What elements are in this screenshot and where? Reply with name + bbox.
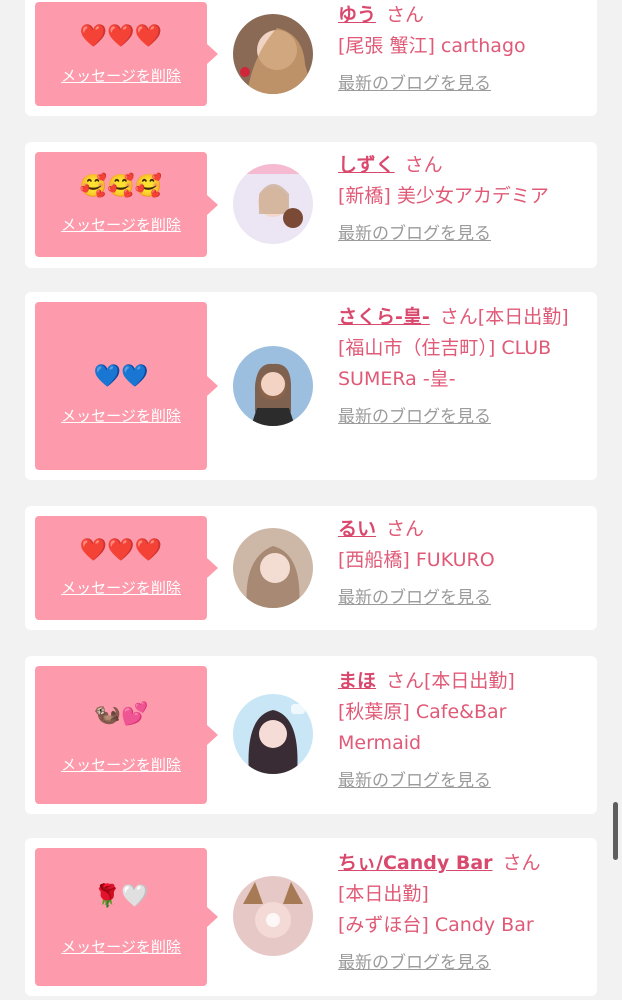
message-card: ❤️❤️❤️ メッセージを削除 ゆう さん [尾張 蟹江] carthago 最新… [25, 0, 597, 116]
message-card: 🌹🤍 メッセージを削除 ちぃ/Candy Bar さん [本日出勤] [みずほ台]… [25, 838, 597, 996]
message-emoji: 💙💙 [93, 364, 149, 389]
avatar[interactable] [233, 346, 313, 426]
cast-info: まほ さん[本日出勤] [秋葉原] Cafe&Bar Mermaid 最新のブログ… [338, 666, 590, 797]
message-emoji: ❤️❤️❤️ [79, 24, 163, 49]
cast-name-link[interactable]: ゆう [338, 4, 376, 26]
honorific: さん[本日出勤] [439, 306, 569, 328]
shop-name: [みずほ台] Candy Bar [338, 914, 534, 936]
cast-info: るい さん [西船橋] FUKURO 最新のブログを見る [338, 514, 590, 614]
latest-blog-link[interactable]: 最新のブログを見る [338, 407, 491, 427]
cast-name-link[interactable]: しずく [338, 154, 395, 176]
delete-message-link[interactable]: メッセージを削除 [35, 216, 207, 234]
message-bubble: 🥰🥰🥰 メッセージを削除 [35, 152, 218, 257]
scrollbar[interactable] [613, 802, 618, 860]
avatar[interactable] [233, 528, 313, 608]
message-feed: ❤️❤️❤️ メッセージを削除 ゆう さん [尾張 蟹江] carthago 最新… [0, 0, 622, 1000]
latest-blog-link[interactable]: 最新のブログを見る [338, 588, 491, 608]
latest-blog-link[interactable]: 最新のブログを見る [338, 74, 491, 94]
message-card: 💙💙 メッセージを削除 さくら-皇- さん[本日出勤] [福山市（住吉町）] CL… [25, 292, 597, 480]
cast-info: さくら-皇- さん[本日出勤] [福山市（住吉町）] CLUB SUMERa -皇… [338, 302, 590, 433]
shop-name: [秋葉原] Cafe&Bar Mermaid [338, 701, 507, 754]
message-bubble: ❤️❤️❤️ メッセージを削除 [35, 2, 218, 106]
message-bubble: 🌹🤍 メッセージを削除 [35, 848, 218, 986]
honorific: さん [386, 4, 425, 26]
cast-info: しずく さん [新橋] 美少女アカデミア 最新のブログを見る [338, 150, 590, 250]
cast-name-link[interactable]: さくら-皇- [338, 306, 430, 328]
latest-blog-link[interactable]: 最新のブログを見る [338, 771, 491, 791]
message-emoji: ❤️❤️❤️ [79, 538, 163, 563]
shop-name: [新橋] 美少女アカデミア [338, 185, 549, 207]
cast-name-link[interactable]: まほ [338, 670, 376, 692]
delete-message-link[interactable]: メッセージを削除 [35, 756, 207, 774]
honorific: さん [502, 852, 541, 874]
honorific: さん [386, 518, 425, 540]
shop-name: [尾張 蟹江] carthago [338, 35, 526, 57]
avatar[interactable] [233, 14, 313, 94]
message-emoji: 🥰🥰🥰 [79, 174, 163, 199]
latest-blog-link[interactable]: 最新のブログを見る [338, 953, 491, 973]
delete-message-link[interactable]: メッセージを削除 [35, 579, 207, 597]
cast-info: ゆう さん [尾張 蟹江] carthago 最新のブログを見る [338, 0, 590, 100]
delete-message-link[interactable]: メッセージを削除 [35, 67, 207, 85]
shop-name: [西船橋] FUKURO [338, 549, 495, 571]
delete-message-link[interactable]: メッセージを削除 [35, 407, 207, 425]
avatar[interactable] [233, 694, 313, 774]
message-bubble: 💙💙 メッセージを削除 [35, 302, 218, 470]
work-status: [本日出勤] [338, 883, 429, 905]
message-bubble: 🦦💕 メッセージを削除 [35, 666, 218, 804]
avatar[interactable] [233, 876, 313, 956]
honorific: さん [404, 154, 443, 176]
message-bubble: ❤️❤️❤️ メッセージを削除 [35, 516, 218, 620]
honorific: さん[本日出勤] [386, 670, 515, 692]
shop-name: [福山市（住吉町）] CLUB SUMERa -皇- [338, 337, 552, 390]
avatar[interactable] [233, 164, 313, 244]
latest-blog-link[interactable]: 最新のブログを見る [338, 224, 491, 244]
message-card: 🥰🥰🥰 メッセージを削除 しずく さん [新橋] 美少女アカデミア 最新のブログを… [25, 142, 597, 268]
cast-info: ちぃ/Candy Bar さん [本日出勤] [みずほ台] Candy Bar 最… [338, 848, 590, 979]
message-card: ❤️❤️❤️ メッセージを削除 るい さん [西船橋] FUKURO 最新のブログ… [25, 506, 597, 630]
message-emoji: 🦦💕 [93, 702, 149, 727]
message-emoji: 🌹🤍 [93, 884, 149, 909]
cast-name-link[interactable]: るい [338, 518, 376, 540]
delete-message-link[interactable]: メッセージを削除 [35, 938, 207, 956]
cast-name-link[interactable]: ちぃ/Candy Bar [338, 852, 493, 874]
message-card: 🦦💕 メッセージを削除 まほ さん[本日出勤] [秋葉原] Cafe&Bar Me… [25, 656, 597, 814]
